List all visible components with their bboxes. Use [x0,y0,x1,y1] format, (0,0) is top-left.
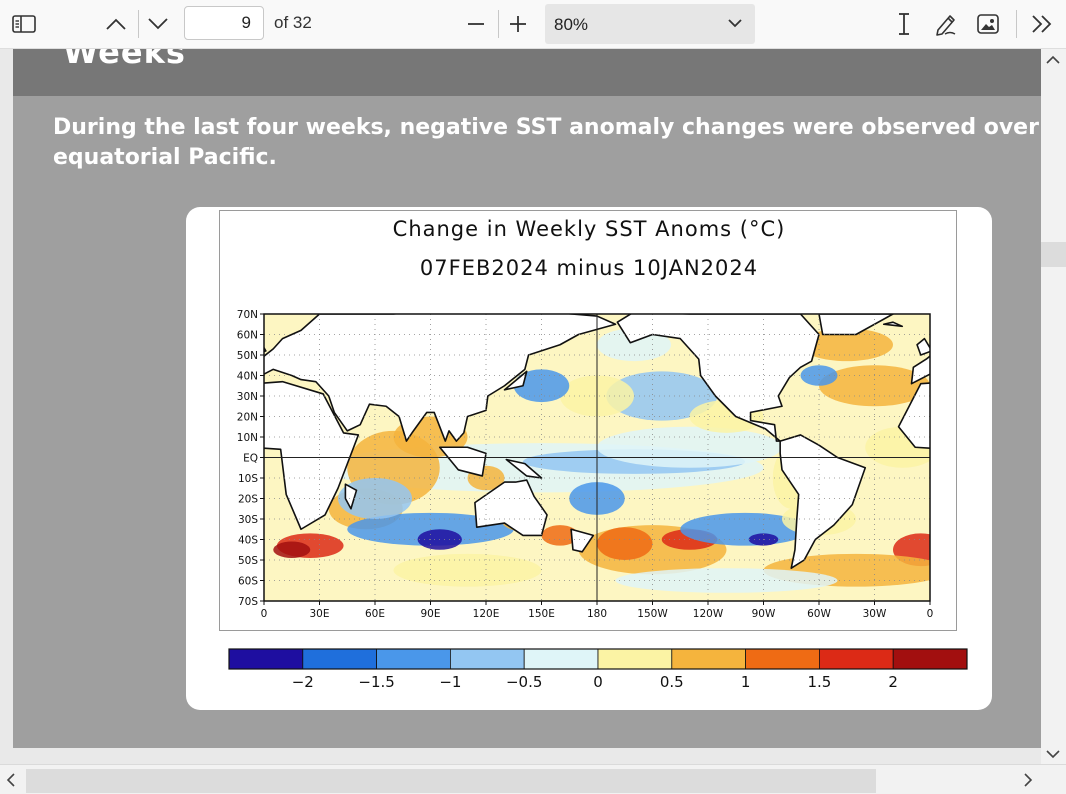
vertical-scrollbar[interactable] [1041,49,1066,764]
slide-text-line: equatorial Pacific. [53,145,277,170]
anomaly-patch [393,553,542,587]
latitude-label: 10N [237,432,258,444]
sst-anomaly-map: 70N 60N 50N 40N 30N 20N 10N EQ 10S 20S 30S 40S 50S 60… [186,309,968,691]
longitude-label: 30E [310,608,330,620]
longitude-label: 0 [261,608,268,620]
latitude-label: 40S [238,535,258,547]
chevron-down-icon [148,18,168,30]
scroll-down-arrow-icon[interactable] [1045,748,1061,760]
sidebar-toggle-button[interactable] [8,8,40,40]
slide-text-line: During the last four weeks, negative SST… [53,115,1041,140]
more-tools-icon [1032,15,1052,33]
document-viewer[interactable]: Weeks During the last four weeks, negati… [0,49,1041,764]
latitude-label: 20N [237,412,258,424]
latitude-label: 30S [238,514,258,526]
latitude-label: 30N [237,391,258,403]
colorbar-swatch [228,648,304,670]
colorbar-tick-label: 1.5 [807,673,831,691]
add-image-button[interactable] [972,8,1004,40]
text-cursor-icon [899,13,909,35]
chevron-down-icon [728,19,742,28]
latitude-label: EQ [243,453,258,465]
scroll-right-arrow-icon[interactable] [1022,772,1034,788]
scroll-left-arrow-icon[interactable] [5,772,17,788]
next-page-button[interactable] [142,8,174,40]
latitude-label: 60N [237,330,258,342]
latitude-label: 50N [237,350,258,362]
longitude-label: 60W [807,608,831,620]
longitude-label: 180 [587,608,607,620]
longitude-label: 120W [693,608,724,620]
colorbar-tick-label: −2 [292,673,314,691]
longitude-label: 60E [365,608,385,620]
latitude-label: 10S [238,473,258,485]
anomaly-field [186,314,930,601]
longitude-label: 150W [637,608,668,620]
sst-figure-card: Change in Weekly SST Anoms (°C) 07FEB202… [186,207,992,710]
previous-page-button[interactable] [100,8,132,40]
colorbar-tick-label: 0 [593,673,603,691]
pdf-toolbar: of 32 80% [0,0,1066,49]
zoom-out-button[interactable] [460,8,492,40]
slide-title-bar: Weeks [13,49,1041,96]
zoom-out-icon [468,23,484,25]
more-tools-button[interactable] [1026,8,1058,40]
colorbar-tick-label: 1 [741,673,751,691]
zoom-level-select[interactable]: 80% [545,4,755,44]
longitude-label: 0 [927,608,934,620]
sidebar-toggle-icon [12,15,36,33]
colorbar-tick-label: −0.5 [506,673,542,691]
pdf-page: Weeks During the last four weeks, negati… [13,49,1041,748]
toolbar-divider [1016,10,1017,38]
latitude-label: 70S [238,596,258,608]
colorbar-tick-label: 2 [888,673,898,691]
anomaly-patch [597,527,653,560]
land-mass [186,314,227,335]
toolbar-divider [138,10,139,38]
colorbar-tick-label: −1 [439,673,461,691]
latitude-label: 40N [237,371,258,383]
draw-button[interactable] [930,8,962,40]
latitude-label: 50S [238,555,258,567]
latitude-label: 60S [238,576,258,588]
longitude-label: 90E [421,608,441,620]
toolbar-divider [498,10,499,38]
slide-body-text: During the last four weeks, negative SST… [53,113,1041,173]
colorbar-swatch [819,648,894,670]
anomaly-patch [273,541,311,558]
page-total-label: of 32 [274,13,312,32]
horizontal-scroll-thumb[interactable] [26,769,876,793]
colorbar-swatch [302,648,378,670]
anomaly-patch [597,426,782,468]
longitude-label: 120E [473,608,500,620]
land-mass [186,435,199,568]
land-mass [218,322,237,326]
colorbar-swatch [597,648,673,670]
zoom-in-icon [510,16,526,32]
vertical-scroll-thumb[interactable] [1041,242,1066,267]
image-icon [977,14,999,34]
colorbar-swatch [449,648,525,670]
colorbar-swatch [745,648,820,670]
slide-title: Weeks [63,49,186,71]
zoom-in-button[interactable] [502,8,534,40]
latitude-label: 70N [237,309,258,321]
latitude-label: 20S [238,494,258,506]
draw-pen-icon [936,15,956,36]
colorbar-swatch [671,648,746,670]
chevron-up-icon [106,18,126,30]
page-number-input[interactable] [184,6,264,40]
scroll-up-arrow-icon[interactable] [1045,54,1061,66]
colorbar-tick-label: −1.5 [358,673,394,691]
colorbar-tick-label: 0.5 [660,673,684,691]
colorbar-swatch [523,648,599,670]
longitude-label: 30W [863,608,887,620]
colorbar-swatch [892,648,968,670]
colorbar-swatch [376,648,451,670]
text-select-button[interactable] [888,8,920,40]
longitude-label: 150E [528,608,555,620]
zoom-level-value: 80% [554,15,589,34]
longitude-label: 90W [752,608,776,620]
